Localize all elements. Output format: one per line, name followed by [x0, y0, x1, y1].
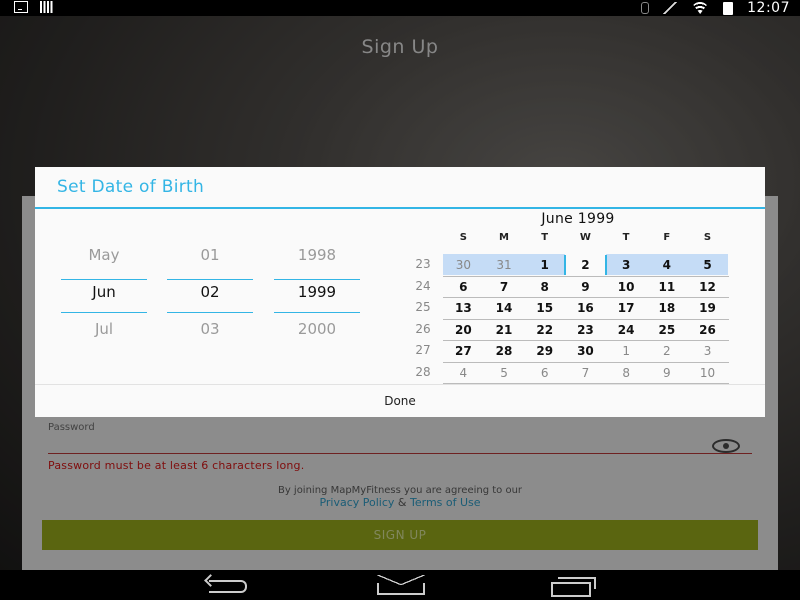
calendar-day[interactable]: 1	[606, 341, 647, 361]
calendar-day[interactable]: 27	[443, 341, 484, 361]
week-number: 23	[415, 257, 431, 271]
calendar-day[interactable]: 30	[443, 255, 484, 275]
day-next[interactable]: 03	[167, 311, 253, 348]
spinner-divider	[167, 312, 253, 313]
month-next[interactable]: Jul	[61, 311, 147, 348]
calendar-day[interactable]: 4	[443, 363, 484, 383]
calendar-day[interactable]: 21	[484, 320, 525, 340]
calendar-day[interactable]: 18	[647, 298, 688, 318]
calendar-day[interactable]: 6	[443, 277, 484, 297]
weekday-label: T	[541, 232, 549, 243]
calendar-day[interactable]: 13	[443, 298, 484, 318]
date-of-birth-dialog: Set Date of Birth May Jun Jul 01 02 03 1…	[35, 167, 765, 417]
mute-icon	[663, 2, 678, 14]
calendar-day[interactable]: 26	[687, 320, 728, 340]
recent-apps-icon[interactable]	[548, 575, 598, 597]
year-spinner[interactable]: 1998 1999 2000	[274, 237, 360, 348]
week-number: 27	[415, 343, 431, 357]
calendar-day[interactable]: 7	[484, 277, 525, 297]
calendar-view[interactable]: June 1999 S M T W T F S 23 30 31 1 2 3 4 5 24 6 7 8…	[403, 211, 729, 384]
calendar-day[interactable]: 10	[606, 277, 647, 297]
calendar-day[interactable]: 25	[647, 320, 688, 340]
calendar-day[interactable]: 30	[565, 341, 606, 361]
weekday-label: S	[459, 232, 467, 243]
navigation-bar	[0, 570, 800, 600]
year-prev[interactable]: 1998	[274, 237, 360, 274]
calendar-day[interactable]: 8	[524, 277, 565, 297]
calendar-day[interactable]: 1	[524, 255, 565, 275]
back-icon[interactable]	[203, 575, 253, 595]
week-number: 25	[415, 300, 431, 314]
calendar-day[interactable]: 10	[687, 363, 728, 383]
calendar-day[interactable]: 9	[647, 363, 688, 383]
download-icon	[14, 1, 28, 13]
spinner-divider	[274, 279, 360, 280]
dialog-title-divider	[35, 207, 765, 209]
selected-day-marker	[604, 255, 607, 275]
calendar-day[interactable]: 23	[565, 320, 606, 340]
done-button[interactable]: Done	[35, 384, 765, 417]
weekday-label: F	[663, 232, 671, 243]
spinner-divider	[167, 279, 253, 280]
calendar-day[interactable]: 17	[606, 298, 647, 318]
calendar-day[interactable]: 20	[443, 320, 484, 340]
weekday-label: M	[499, 232, 509, 243]
wifi-icon	[691, 2, 710, 14]
calendar-day[interactable]: 9	[565, 277, 606, 297]
day-spinner[interactable]: 01 02 03	[167, 237, 253, 348]
calendar-day[interactable]: 2	[647, 341, 688, 361]
battery-icon	[723, 1, 734, 15]
calendar-day[interactable]: 5	[687, 255, 728, 275]
weekday-label: W	[579, 232, 591, 243]
calendar-day[interactable]: 11	[647, 277, 688, 297]
calendar-day[interactable]: 28	[484, 341, 525, 361]
calendar-day[interactable]: 31	[484, 255, 525, 275]
week-number: 28	[415, 364, 431, 379]
status-bar: 12:07	[0, 0, 800, 16]
calendar-day[interactable]: 8	[606, 363, 647, 383]
calendar-day[interactable]: 29	[524, 341, 565, 361]
calendar-day[interactable]: 24	[606, 320, 647, 340]
clock: 12:07	[747, 0, 790, 16]
calendar-day[interactable]: 5	[484, 363, 525, 383]
calendar-day[interactable]: 2	[565, 255, 606, 275]
calendar-month-title: June 1999	[541, 211, 615, 227]
selected-day-marker	[564, 255, 567, 275]
signal-bars-icon	[40, 1, 54, 13]
bluetooth-icon	[641, 2, 650, 14]
calendar-day[interactable]: 3	[606, 255, 647, 275]
month-prev[interactable]: May	[61, 237, 147, 274]
weekday-label: T	[622, 232, 630, 243]
week-number: 26	[415, 321, 431, 336]
calendar-day[interactable]: 6	[524, 363, 565, 383]
year-next[interactable]: 2000	[274, 311, 360, 348]
spinner-divider	[61, 312, 147, 313]
month-spinner[interactable]: May Jun Jul	[61, 237, 147, 348]
calendar-day[interactable]: 4	[647, 255, 688, 275]
calendar-day[interactable]: 12	[687, 277, 728, 297]
home-icon[interactable]	[375, 575, 425, 595]
spinner-divider	[274, 312, 360, 313]
calendar-day[interactable]: 14	[484, 298, 525, 318]
weekday-header: S M T W T F S	[443, 232, 728, 243]
weekday-label: S	[703, 232, 712, 243]
calendar-day[interactable]: 7	[565, 363, 606, 383]
dialog-title: Set Date of Birth	[57, 177, 205, 197]
calendar-day[interactable]: 16	[565, 298, 606, 318]
week-number: 24	[415, 278, 431, 293]
calendar-day[interactable]: 22	[524, 320, 565, 340]
calendar-day[interactable]: 3	[687, 341, 728, 361]
calendar-day[interactable]: 15	[524, 298, 565, 318]
day-prev[interactable]: 01	[167, 237, 253, 274]
spinner-divider	[61, 279, 147, 280]
calendar-day[interactable]: 19	[687, 298, 728, 318]
